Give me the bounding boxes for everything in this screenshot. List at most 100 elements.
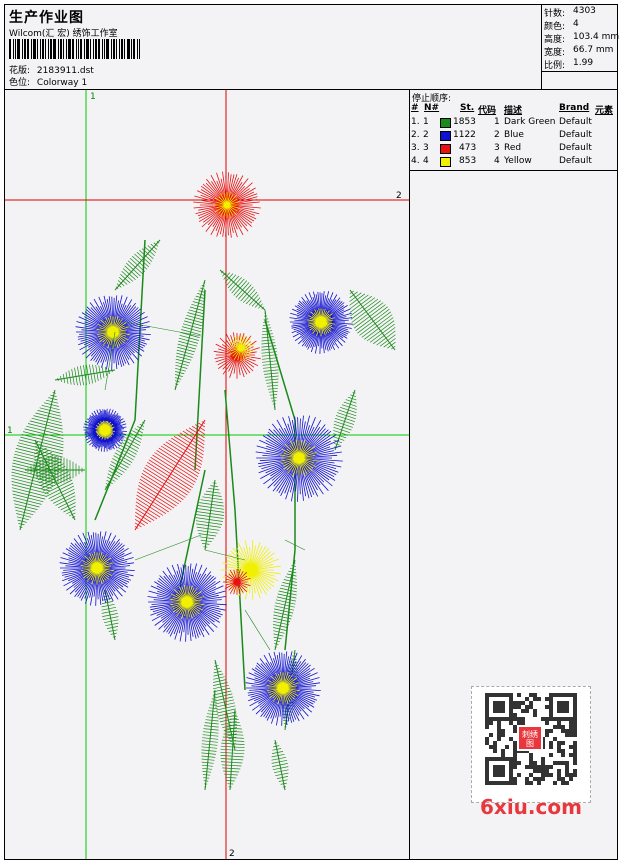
qr-module — [541, 757, 545, 761]
qr-module — [525, 781, 529, 785]
qr-module — [557, 777, 561, 781]
qr-module — [517, 773, 521, 777]
qr-module — [485, 741, 489, 745]
qr-module — [533, 693, 537, 697]
qr-module — [485, 725, 489, 729]
qr-module — [529, 693, 533, 697]
stem-4 — [264, 319, 296, 421]
qr-module — [497, 721, 501, 725]
qr-module — [513, 713, 517, 717]
color-swatch — [440, 131, 451, 141]
qr-module — [573, 745, 577, 749]
qr-module — [569, 721, 573, 725]
qr-module — [541, 765, 545, 769]
qr-module — [573, 769, 577, 773]
qr-module — [557, 761, 561, 765]
qr-module — [489, 733, 493, 737]
qr-module — [513, 761, 517, 765]
qr-module — [541, 717, 545, 721]
qr-module — [553, 725, 557, 729]
qr-module — [561, 749, 565, 753]
qr-module — [517, 705, 521, 709]
qr-module — [561, 741, 565, 745]
qr-module — [537, 765, 541, 769]
qr-module — [553, 781, 557, 785]
qr-module — [573, 721, 577, 725]
qr-module — [533, 761, 537, 765]
qr-module — [565, 761, 569, 765]
leaf-1-vein — [54, 369, 116, 381]
qr-module — [485, 737, 489, 741]
qr-module — [517, 761, 521, 765]
qr-module — [489, 721, 493, 725]
qr-module — [537, 697, 541, 701]
qr-module — [525, 777, 529, 781]
qr-module — [541, 761, 545, 765]
qr-module — [497, 733, 501, 737]
qr-module — [545, 705, 549, 709]
qr-module — [529, 757, 533, 761]
qr-module — [561, 781, 565, 785]
qr-module — [569, 753, 573, 757]
qr-module — [529, 765, 533, 769]
qr-module — [533, 777, 537, 781]
qr-module — [529, 773, 533, 777]
qr-module — [573, 753, 577, 757]
qr-module — [561, 777, 565, 781]
leaf-16-vein — [274, 739, 286, 791]
qr-center-logo: 刺绣图 — [517, 725, 543, 751]
qr-module — [521, 709, 525, 713]
qr-module — [537, 781, 541, 785]
qr-module — [573, 749, 577, 753]
qr-module — [517, 693, 521, 697]
jump-line-3 — [244, 609, 271, 651]
stem-8 — [234, 509, 246, 691]
qr-module — [557, 741, 561, 745]
qr-module — [493, 745, 497, 749]
qr-module — [533, 709, 537, 713]
qr-module — [565, 773, 569, 777]
qr-module — [517, 701, 521, 705]
qr-module — [529, 701, 533, 705]
qr-module — [501, 749, 505, 753]
col-header-brand: Brand — [559, 103, 590, 113]
qr-module — [545, 717, 549, 721]
qr-module — [537, 777, 541, 781]
jump-line-1 — [134, 534, 202, 561]
color-swatch — [440, 118, 451, 128]
qr-module — [513, 781, 517, 785]
studio-name: Wilcom(汇 宏) 绣饰工作室 — [9, 29, 118, 39]
qr-module — [513, 753, 517, 757]
barcode — [9, 39, 145, 59]
stat-colors: 颜色: 4 — [544, 19, 579, 32]
qr-module — [553, 761, 557, 765]
colorway-value: Colorway 1 — [36, 78, 88, 88]
qr-module — [545, 729, 549, 733]
qr-module — [557, 769, 561, 773]
qr-module — [529, 761, 533, 765]
guide-v2-label: 2 — [229, 849, 235, 859]
header: 生产作业图 Wilcom(汇 宏) 绣饰工作室 花版: 2183911.dst … — [5, 5, 620, 90]
stat-height: 高度: 103.4 mm — [544, 32, 620, 45]
qr-module — [533, 769, 537, 773]
qr-module — [545, 765, 549, 769]
qr-module — [569, 733, 573, 737]
leaf-0-vein — [114, 239, 161, 291]
table-row: 2. 2 1122 2 Blue Default — [411, 130, 592, 141]
qr-module — [529, 705, 533, 709]
qr-module — [493, 701, 505, 713]
guide-h1-label: 1 — [7, 426, 13, 436]
qr-module — [489, 745, 493, 749]
qr-module — [525, 765, 529, 769]
qr-module — [553, 737, 557, 741]
qr-module — [565, 729, 569, 733]
qr-module — [541, 777, 545, 781]
qr-module — [533, 713, 537, 717]
qr-module — [573, 733, 577, 737]
qr-module — [497, 725, 501, 729]
table-row: 4. 4 853 4 Yellow Default — [411, 156, 592, 167]
col-header-stitches: St. — [460, 103, 475, 113]
colorway-line: 色位: Colorway 1 — [9, 75, 87, 88]
qr-module — [525, 709, 529, 713]
stat-width: 宽度: 66.7 mm — [544, 45, 614, 58]
